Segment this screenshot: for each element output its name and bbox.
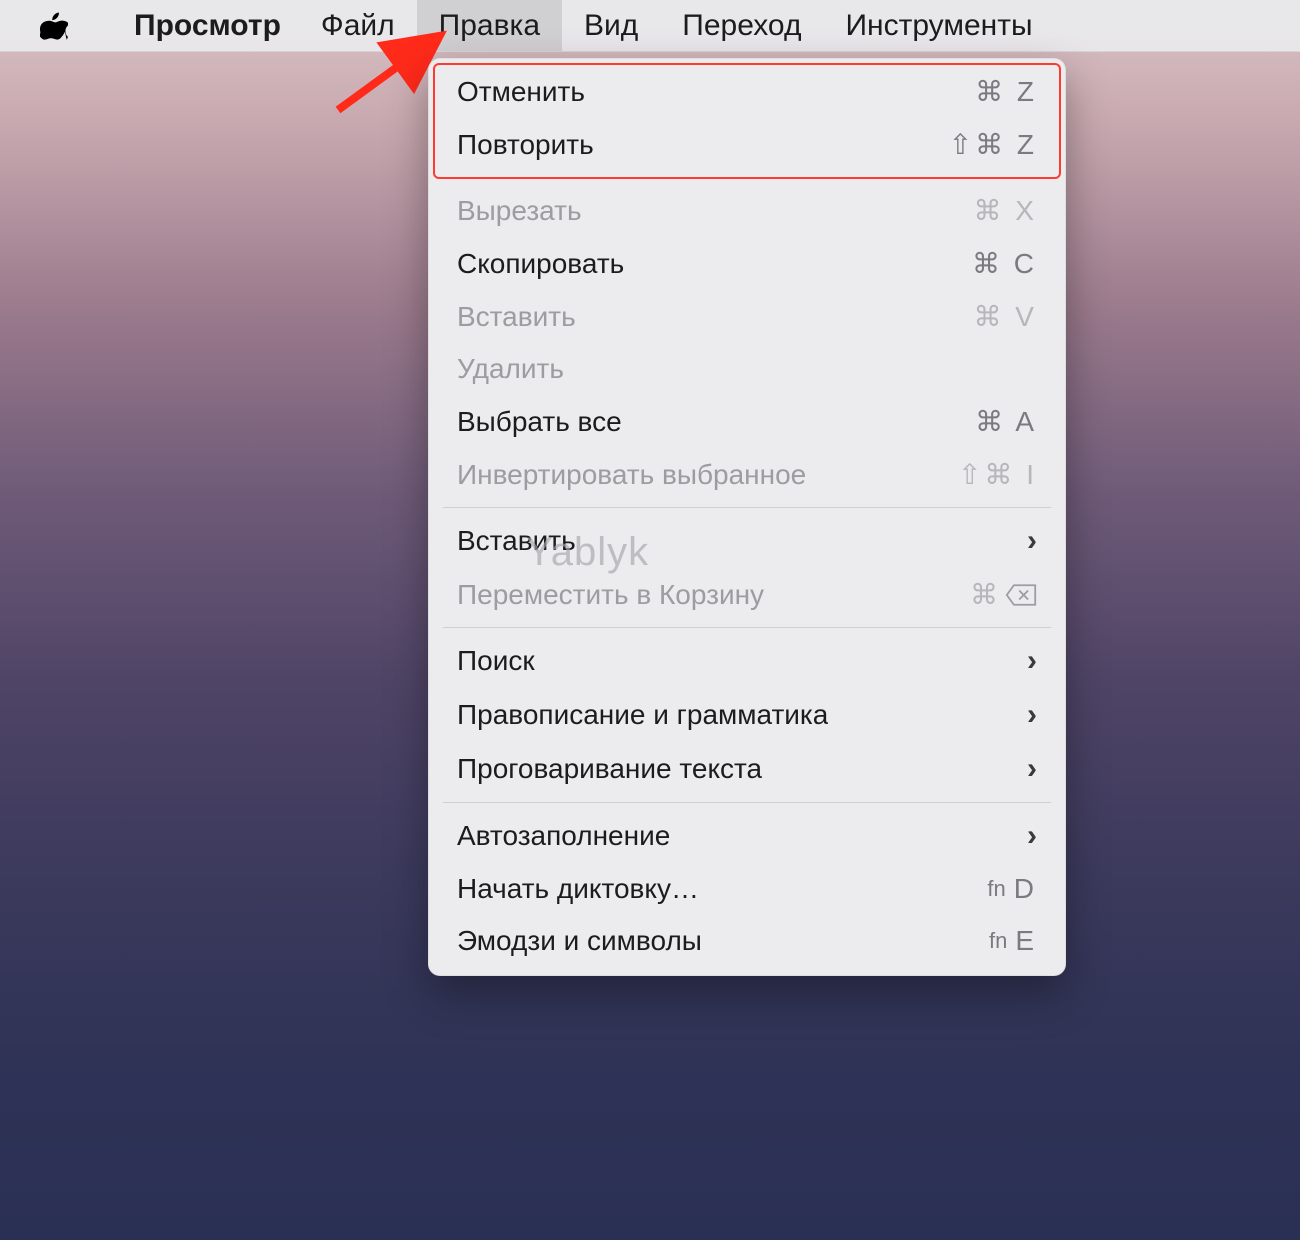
menu-item-select-all[interactable]: Выбрать все ⌘ A <box>429 395 1065 448</box>
menu-item-copy[interactable]: Скопировать ⌘ C <box>429 237 1065 290</box>
menu-item-speech[interactable]: Проговаривание текста › <box>429 742 1065 796</box>
menu-item-label: Удалить <box>457 353 564 385</box>
menubar-item-tools[interactable]: Инструменты <box>823 0 1054 51</box>
menu-item-shortcut: fnD <box>987 873 1037 905</box>
chevron-right-icon: › <box>1027 524 1037 558</box>
apple-logo-icon[interactable] <box>40 10 68 42</box>
menu-item-insert[interactable]: Вставить › <box>429 514 1065 568</box>
menu-item-redo[interactable]: Повторить ⇧⌘ Z <box>429 118 1065 171</box>
menu-item-emoji-symbols[interactable]: Эмодзи и символы fnE <box>429 915 1065 967</box>
menubar-item-go[interactable]: Переход <box>660 0 823 51</box>
menu-item-label: Автозаполнение <box>457 820 670 852</box>
menu-item-label: Проговаривание текста <box>457 753 762 785</box>
menu-item-shortcut: ⌘ V <box>974 300 1037 333</box>
menu-item-shortcut: ⇧⌘ Z <box>949 128 1037 161</box>
menu-item-shortcut: ⌘ <box>970 578 1037 611</box>
menu-separator <box>443 177 1051 178</box>
menu-item-start-dictation[interactable]: Начать диктовку… fnD <box>429 863 1065 915</box>
menu-item-cut: Вырезать ⌘ X <box>429 184 1065 237</box>
menu-item-label: Эмодзи и символы <box>457 925 702 957</box>
chevron-right-icon: › <box>1027 752 1037 786</box>
menu-item-undo[interactable]: Отменить ⌘ Z <box>429 65 1065 118</box>
menu-item-label: Скопировать <box>457 248 624 280</box>
chevron-right-icon: › <box>1027 644 1037 678</box>
menu-item-label: Повторить <box>457 129 594 161</box>
menu-item-find[interactable]: Поиск › <box>429 634 1065 688</box>
menu-item-paste: Вставить ⌘ V <box>429 290 1065 343</box>
menu-item-invert-selection: Инвертировать выбранное ⇧⌘ I <box>429 448 1065 501</box>
menu-item-label: Правописание и грамматика <box>457 699 828 731</box>
menu-item-delete: Удалить <box>429 343 1065 395</box>
menubar-item-view[interactable]: Вид <box>562 0 660 51</box>
menubar-item-edit[interactable]: Правка <box>417 0 562 51</box>
menu-separator <box>443 507 1051 508</box>
delete-key-icon <box>1005 583 1037 607</box>
menu-item-label: Вставить <box>457 301 576 333</box>
menu-item-label: Отменить <box>457 76 585 108</box>
menu-item-shortcut: ⌘ Z <box>975 75 1037 108</box>
menu-item-shortcut: ⌘ A <box>975 405 1037 438</box>
menu-separator <box>443 802 1051 803</box>
menu-item-shortcut: ⌘ X <box>974 194 1037 227</box>
menubar-app-name[interactable]: Просмотр <box>116 0 299 51</box>
menu-item-shortcut: fnE <box>989 925 1037 957</box>
menubar: Просмотр Файл Правка Вид Переход Инструм… <box>0 0 1300 52</box>
menu-item-shortcut: ⇧⌘ I <box>958 458 1037 491</box>
chevron-right-icon: › <box>1027 698 1037 732</box>
menu-item-label: Выбрать все <box>457 406 622 438</box>
menu-item-label: Переместить в Корзину <box>457 579 764 611</box>
chevron-right-icon: › <box>1027 819 1037 853</box>
menu-item-label: Начать диктовку… <box>457 873 699 905</box>
menu-item-shortcut: ⌘ C <box>972 247 1037 280</box>
menu-item-label: Вставить <box>457 525 576 557</box>
menubar-item-file[interactable]: Файл <box>299 0 417 51</box>
menu-item-autofill[interactable]: Автозаполнение › <box>429 809 1065 863</box>
menu-item-label: Вырезать <box>457 195 582 227</box>
menu-item-label: Поиск <box>457 645 535 677</box>
edit-menu-dropdown: Отменить ⌘ Z Повторить ⇧⌘ Z Вырезать ⌘ X… <box>428 58 1066 976</box>
menu-item-label: Инвертировать выбранное <box>457 459 806 491</box>
menu-item-spelling-grammar[interactable]: Правописание и грамматика › <box>429 688 1065 742</box>
menu-item-move-to-trash: Переместить в Корзину ⌘ <box>429 568 1065 621</box>
menu-separator <box>443 627 1051 628</box>
